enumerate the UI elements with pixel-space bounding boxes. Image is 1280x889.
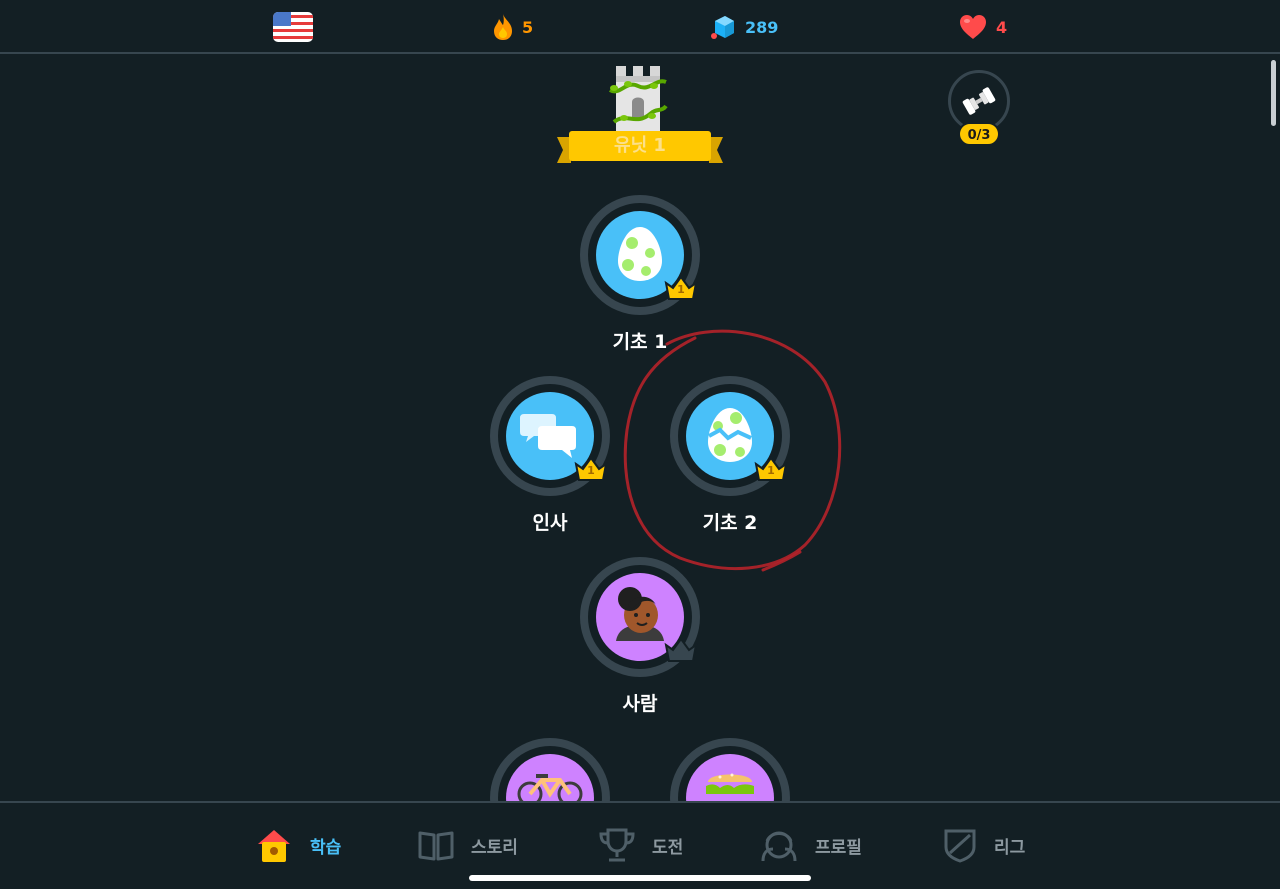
gems-count: 289 (745, 17, 779, 37)
skill-node-greetings[interactable]: 1 (490, 376, 610, 496)
trophy-icon (599, 828, 635, 862)
crown-icon-locked (664, 637, 698, 662)
streak-counter[interactable]: 5 (492, 10, 533, 44)
speech-bubbles-icon (520, 414, 576, 458)
gem-icon (711, 16, 734, 39)
skill-label-people: 사람 (622, 693, 658, 715)
dumbbell-icon (962, 87, 996, 115)
nav-learn[interactable]: 학습 (254, 825, 341, 865)
nav-challenge-label: 도전 (652, 837, 684, 858)
streak-count: 5 (522, 17, 534, 37)
practice-progress-badge: 0/3 (958, 122, 1000, 146)
hearts-counter[interactable]: 4 (958, 10, 1007, 44)
top-status-bar: 5 289 4 (0, 0, 1280, 54)
nav-profile[interactable]: 프로필 (759, 825, 862, 865)
home-icon (258, 830, 290, 862)
person-avatar-icon (616, 587, 664, 641)
crown-level: 1 (587, 464, 595, 477)
book-icon (418, 831, 454, 861)
nav-profile-label: 프로필 (815, 837, 862, 858)
nav-league[interactable]: 리그 (942, 825, 1025, 865)
nav-stories[interactable]: 스토리 (417, 825, 518, 865)
nav-learn-label: 학습 (310, 837, 342, 858)
crown-level: 1 (677, 283, 685, 296)
flame-icon (494, 14, 512, 40)
nav-league-label: 리그 (994, 837, 1026, 858)
hearts-count: 4 (996, 17, 1008, 37)
heart-icon (960, 15, 986, 39)
castle-icon (608, 66, 668, 132)
shield-icon (944, 829, 976, 863)
profile-icon (761, 831, 797, 862)
nav-challenge[interactable]: 도전 (598, 825, 683, 865)
scrollbar[interactable] (1271, 60, 1276, 126)
language-selector[interactable] (273, 10, 313, 44)
us-flag-icon (273, 12, 313, 42)
gems-counter[interactable]: 289 (709, 10, 778, 44)
nav-stories-label: 스토리 (471, 837, 518, 858)
home-indicator-bar (469, 875, 811, 881)
annotation-circle (623, 329, 842, 572)
egg-icon (618, 227, 662, 281)
skill-label-greetings: 인사 (532, 512, 568, 534)
unit-title: 유닛 1 (614, 135, 666, 156)
skill-node-basics1[interactable]: 1 (580, 195, 700, 315)
